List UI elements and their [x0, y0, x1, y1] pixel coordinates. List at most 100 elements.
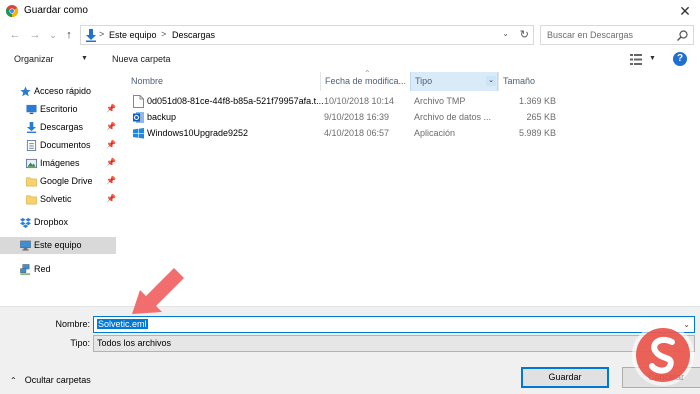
sidebar-item-label: Descargas: [40, 122, 84, 132]
address-dropdown-icon[interactable]: ⌄: [502, 29, 509, 38]
dropbox-icon: [20, 217, 31, 228]
sidebar-item-escritorio[interactable]: Escritorio 📌: [0, 101, 116, 118]
file-name: 0d051d08-81ce-44f8-b85a-521f79957afa.t..…: [147, 96, 324, 106]
sidebar-item-documentos[interactable]: Documentos 📌: [0, 137, 116, 154]
file-size: 5.989 KB: [518, 128, 556, 138]
file-date: 4/10/2018 06:57: [324, 128, 390, 138]
file-list: Nombre Fecha de modifica... ⌃ Tipo ⌄ Tam…: [126, 69, 700, 302]
pin-icon[interactable]: 📌: [106, 104, 116, 113]
sidebar-item-label: Escritorio: [40, 104, 78, 114]
file-size: 1.369 KB: [518, 96, 556, 106]
pin-icon[interactable]: 📌: [106, 122, 116, 131]
file-type: Archivo TMP: [414, 96, 466, 106]
sidebar-item-label: Acceso rápido: [34, 86, 92, 96]
file-type-label: Tipo:: [70, 338, 90, 348]
table-row[interactable]: 0d051d08-81ce-44f8-b85a-521f79957afa.t..…: [126, 94, 566, 109]
sidebar-item-label: Este equipo: [34, 240, 82, 250]
sidebar-item-solvetic[interactable]: Solvetic 📌: [0, 191, 116, 208]
sidebar-item-label: Dropbox: [34, 217, 69, 227]
column-header-label: Tamaño: [503, 76, 536, 86]
pictures-icon: [26, 158, 37, 169]
refresh-icon[interactable]: ↻: [520, 28, 529, 41]
sidebar-item-dropbox[interactable]: Dropbox: [0, 214, 116, 231]
up-folder-icon[interactable]: ↑: [62, 27, 76, 43]
column-header-label: Nombre: [131, 76, 164, 86]
download-icon: [26, 122, 37, 133]
forward-icon[interactable]: →: [28, 27, 42, 43]
windows-app-icon: [133, 128, 144, 139]
sidebar-item-este-equipo[interactable]: Este equipo: [0, 237, 116, 254]
folder-icon: [26, 177, 37, 187]
title-bar: Guardar como ✕: [0, 0, 700, 22]
computer-icon: [20, 240, 31, 251]
sidebar-item-label: Solvetic: [40, 194, 72, 204]
recent-locations-icon[interactable]: ⌄: [46, 27, 60, 43]
hide-folders-button[interactable]: ⌃ Ocultar carpetas: [10, 375, 91, 385]
chevron-down-icon[interactable]: ▼: [81, 55, 88, 62]
file-name-input[interactable]: Solvetic.eml: [97, 319, 148, 329]
column-header-type[interactable]: Tipo: [410, 72, 498, 91]
sidebar-item-label: Google Drive: [40, 176, 93, 186]
pin-icon[interactable]: 📌: [106, 140, 116, 149]
close-icon[interactable]: ✕: [676, 2, 694, 20]
column-header-name[interactable]: Nombre: [126, 72, 320, 91]
documents-icon: [26, 140, 37, 151]
file-type: Archivo de datos ...: [414, 112, 492, 122]
search-box[interactable]: Buscar en Descargas: [540, 25, 694, 45]
chevron-up-icon: ⌃: [10, 376, 17, 385]
save-button[interactable]: Guardar: [521, 367, 609, 388]
network-icon: [20, 264, 31, 275]
column-header-label: Tipo: [415, 76, 433, 86]
window-title: Guardar como: [24, 5, 88, 16]
file-name-label: Nombre:: [55, 319, 90, 329]
file-date: 9/10/2018 16:39: [324, 112, 390, 122]
table-row[interactable]: Windows10Upgrade9252 4/10/2018 06:57 Apl…: [126, 126, 566, 141]
help-icon[interactable]: ?: [673, 52, 687, 66]
file-type-value: Todos los archivos: [97, 338, 172, 348]
column-header-size[interactable]: Tamaño: [499, 72, 559, 91]
outlook-data-icon: [133, 112, 144, 123]
back-icon[interactable]: ←: [8, 27, 22, 43]
file-type: Aplicación: [414, 128, 456, 138]
organize-button[interactable]: Organizar: [14, 54, 54, 64]
breadcrumb-este-equipo[interactable]: Este equipo: [109, 30, 157, 40]
address-bar[interactable]: > Este equipo > Descargas ⌄ ↻: [80, 25, 534, 45]
pin-icon[interactable]: 📌: [106, 176, 116, 185]
file-name-field[interactable]: Solvetic.eml ⌄: [93, 316, 695, 333]
breadcrumb-separator[interactable]: >: [161, 29, 166, 39]
sidebar-item-label: Documentos: [40, 140, 91, 150]
sidebar-item-label: Red: [34, 264, 51, 274]
save-panel: Nombre: Solvetic.eml ⌄ Tipo: Todos los a…: [0, 306, 700, 394]
file-name: backup: [147, 112, 177, 122]
star-icon: [20, 86, 31, 97]
breadcrumb-separator[interactable]: >: [99, 29, 104, 39]
sidebar-item-red[interactable]: Red: [0, 261, 116, 278]
file-icon: [133, 95, 144, 108]
file-name: Windows10Upgrade9252: [147, 128, 249, 138]
pin-icon[interactable]: 📌: [106, 158, 116, 167]
table-row[interactable]: backup 9/10/2018 16:39 Archivo de datos …: [126, 110, 566, 125]
sidebar-item-acceso-rapido[interactable]: Acceso rápido: [0, 83, 116, 100]
chrome-icon: [6, 5, 18, 17]
column-filter-icon[interactable]: ⌄: [486, 76, 496, 86]
desktop-icon: [26, 104, 37, 115]
download-icon: [86, 29, 96, 42]
search-input[interactable]: Buscar en Descargas: [547, 30, 633, 40]
annotation-arrow-icon: [132, 268, 184, 314]
file-type-select[interactable]: Todos los archivos ⌄: [93, 335, 695, 352]
view-options-icon[interactable]: [630, 54, 642, 65]
search-icon[interactable]: [677, 30, 688, 41]
pin-icon[interactable]: 📌: [106, 194, 116, 203]
chevron-down-icon[interactable]: ▼: [649, 55, 656, 62]
folder-icon: [26, 195, 37, 205]
hide-folders-label: Ocultar carpetas: [24, 375, 91, 385]
sidebar-item-descargas[interactable]: Descargas 📌: [0, 119, 116, 136]
sidebar-item-imagenes[interactable]: Imágenes 📌: [0, 155, 116, 172]
breadcrumb-descargas[interactable]: Descargas: [172, 30, 215, 40]
sidebar-item-google-drive[interactable]: Google Drive 📌: [0, 173, 116, 190]
navigation-bar: ← → ⌄ ↑ > Este equipo > Descargas ⌄ ↻ Bu…: [0, 24, 700, 46]
new-folder-button[interactable]: Nueva carpeta: [112, 54, 171, 64]
sidebar-item-label: Imágenes: [40, 158, 80, 168]
solvetic-logo-icon: [632, 324, 694, 386]
file-size: 265 KB: [526, 112, 556, 122]
